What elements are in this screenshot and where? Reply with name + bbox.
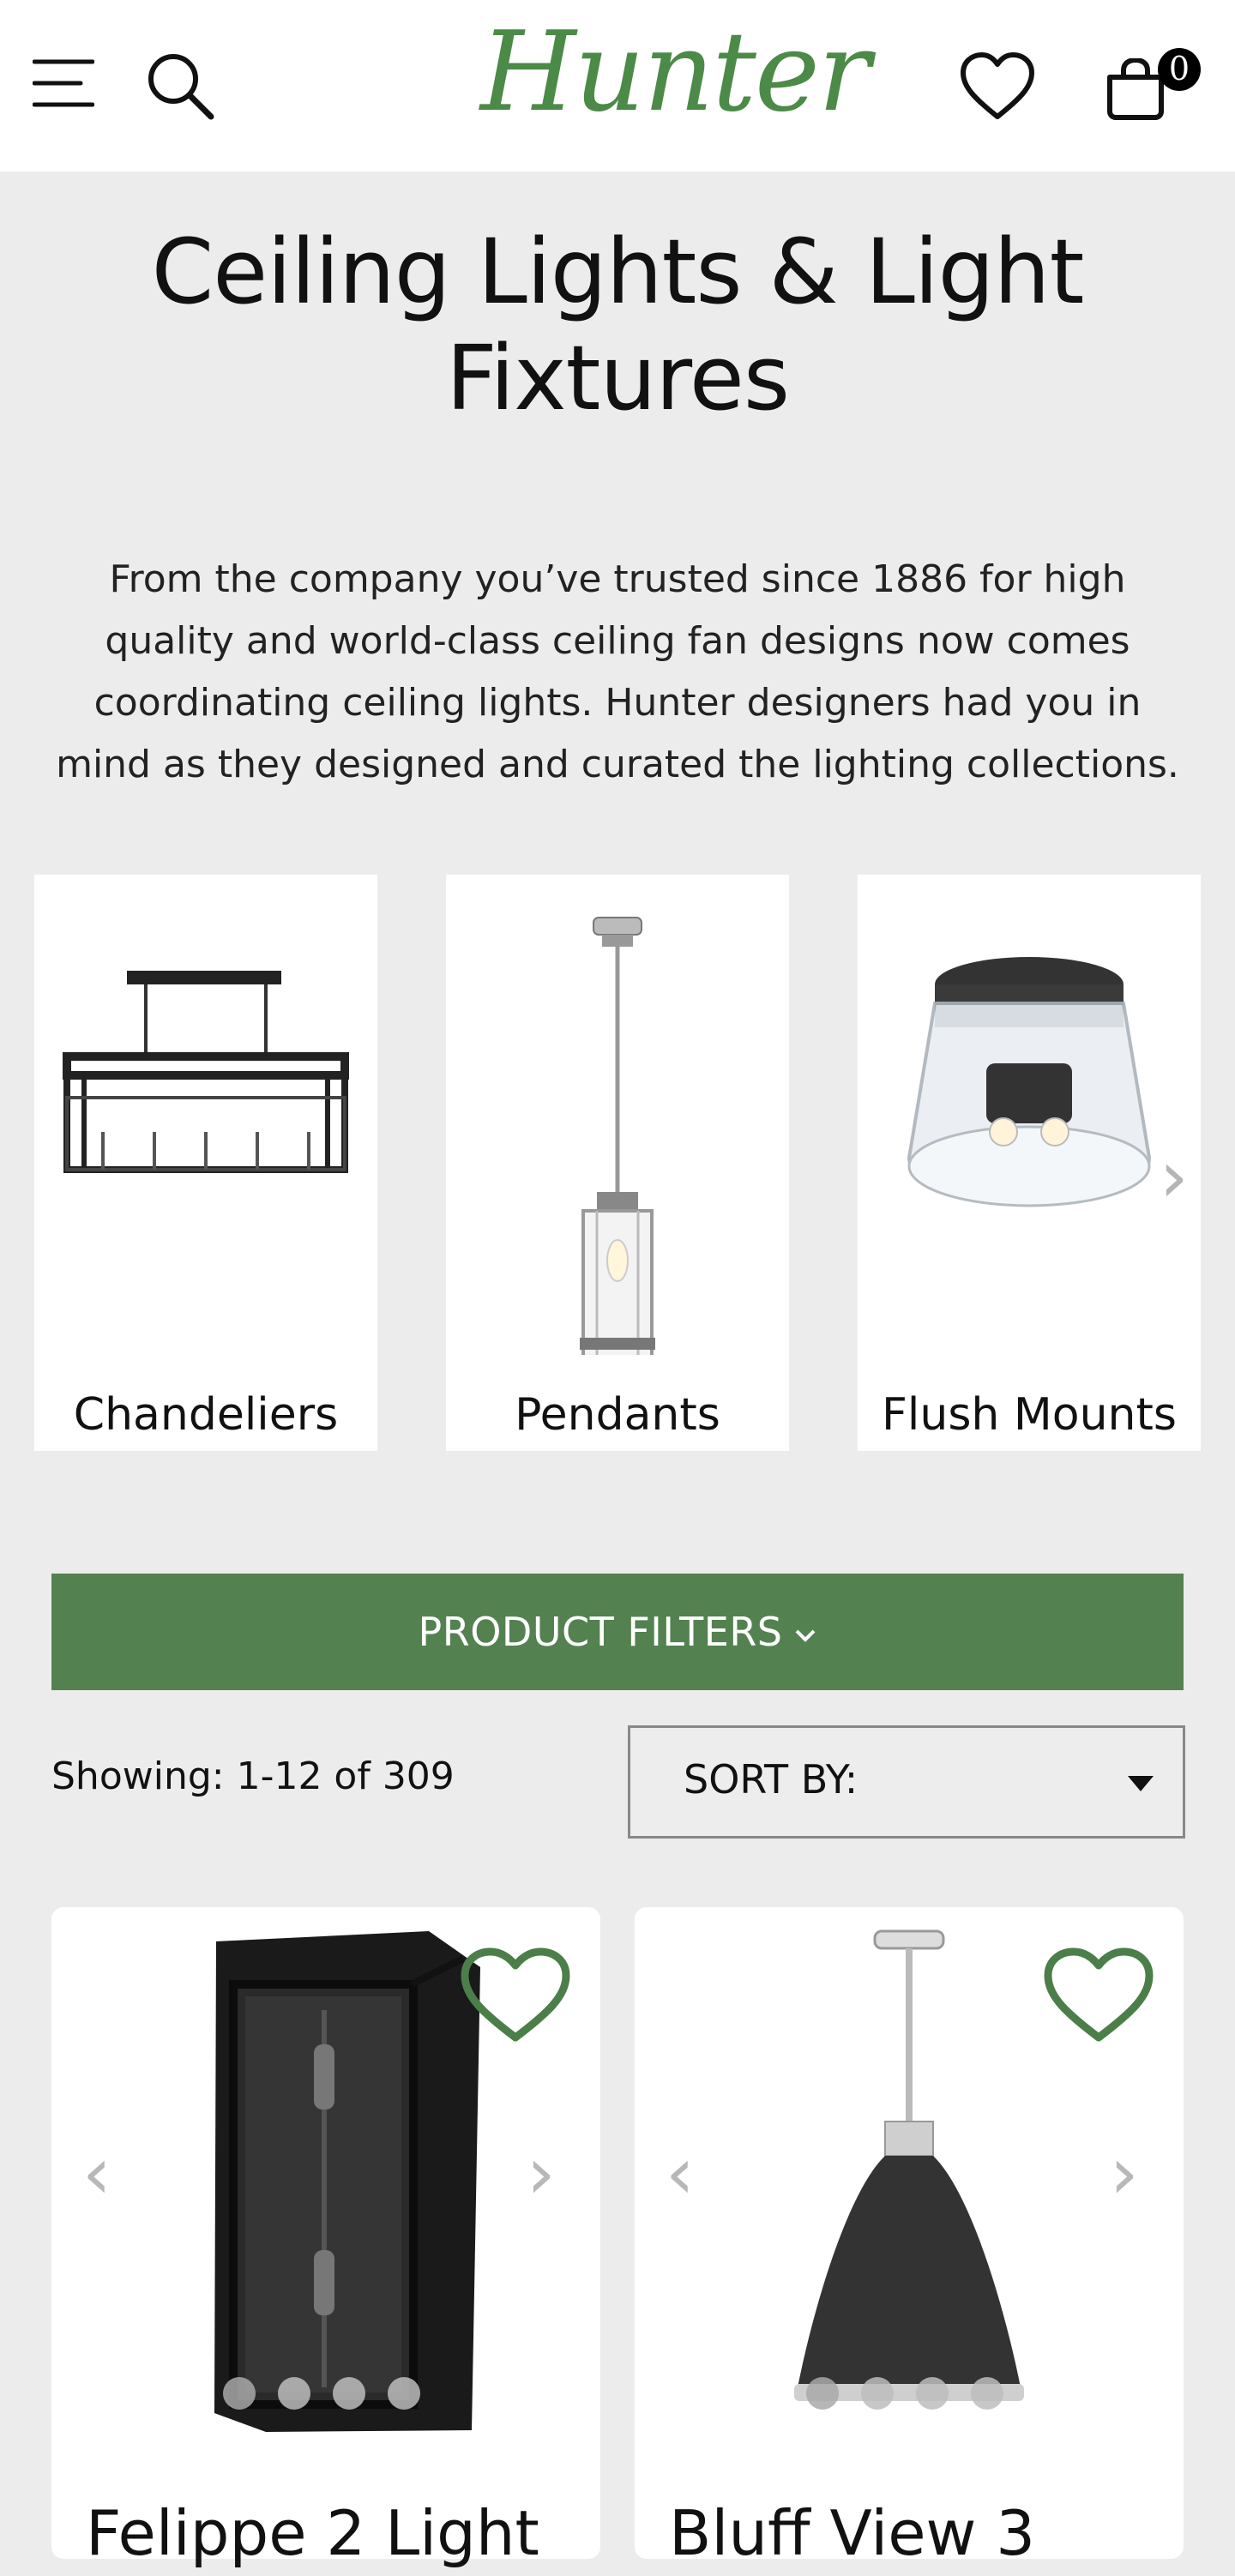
product-image-next-arrow[interactable]: › (1110, 2130, 1139, 2216)
carousel-dot[interactable] (333, 2377, 365, 2410)
caret-down-icon (1128, 1776, 1154, 1791)
carousel-dot[interactable] (806, 2377, 839, 2410)
logo-text: Hunter (480, 9, 871, 136)
product-image-dots (806, 2377, 1012, 2415)
cart-button[interactable]: 0 (1098, 43, 1201, 120)
product-image-prev-arrow[interactable]: ‹ (82, 2130, 111, 2216)
cart-count-badge: 0 (1158, 48, 1201, 91)
site-header: Hunter 0 (0, 0, 1235, 172)
category-card-pendants[interactable]: Pendants (446, 875, 789, 1451)
category-label: Pendants (515, 1389, 720, 1441)
hunter-logo[interactable]: Hunter (480, 9, 871, 136)
carousel-dot[interactable] (916, 2377, 949, 2410)
intro-text: From the company you’ve trusted since 18… (56, 557, 1179, 786)
carousel-dot[interactable] (278, 2377, 310, 2410)
sort-by-select[interactable]: SORT BY: (628, 1725, 1185, 1839)
chevron-down-icon (796, 1629, 816, 1642)
menu-icon[interactable] (33, 57, 94, 110)
page-title: Ceiling Lights & Light Fixtures (151, 220, 1085, 430)
flush-mount-image (907, 957, 1152, 1207)
product-name[interactable]: Felippe 2 Light (86, 2490, 600, 2576)
category-card-flush-mounts[interactable]: Flush Mounts (858, 875, 1201, 1451)
results-count: Showing: 1-12 of 309 (51, 1754, 455, 1798)
product-filters-button[interactable]: PRODUCT FILTERS (51, 1574, 1184, 1690)
favorite-heart-icon[interactable] (1041, 1945, 1156, 2044)
pendant-image (580, 917, 655, 1355)
carousel-dot[interactable] (971, 2377, 1003, 2410)
category-card-chandeliers[interactable]: Chandeliers (34, 875, 377, 1451)
carousel-dot[interactable] (388, 2377, 420, 2410)
search-icon[interactable] (146, 51, 214, 120)
product-image-prev-arrow[interactable]: ‹ (666, 2130, 695, 2216)
carousel-dot[interactable] (223, 2377, 256, 2410)
product-image-next-arrow[interactable]: › (527, 2130, 556, 2216)
category-next-arrow[interactable]: › (1160, 1134, 1189, 1219)
category-label: Chandeliers (73, 1389, 339, 1441)
category-label: Flush Mounts (882, 1389, 1177, 1441)
carousel-dot[interactable] (861, 2377, 894, 2410)
sort-by-label: SORT BY: (684, 1756, 858, 1803)
favorite-heart-icon[interactable] (458, 1945, 573, 2044)
product-card[interactable]: ‹ › Bluff View 3 (635, 1907, 1184, 2569)
product-name[interactable]: Bluff View 3 (669, 2490, 1184, 2576)
product-filters-label: PRODUCT FILTERS (418, 1609, 783, 1655)
product-image-dots (223, 2377, 429, 2415)
chandelier-image (63, 971, 349, 1173)
product-card[interactable]: ‹ › Felippe 2 Light (51, 1907, 600, 2569)
heart-icon[interactable] (959, 51, 1036, 122)
